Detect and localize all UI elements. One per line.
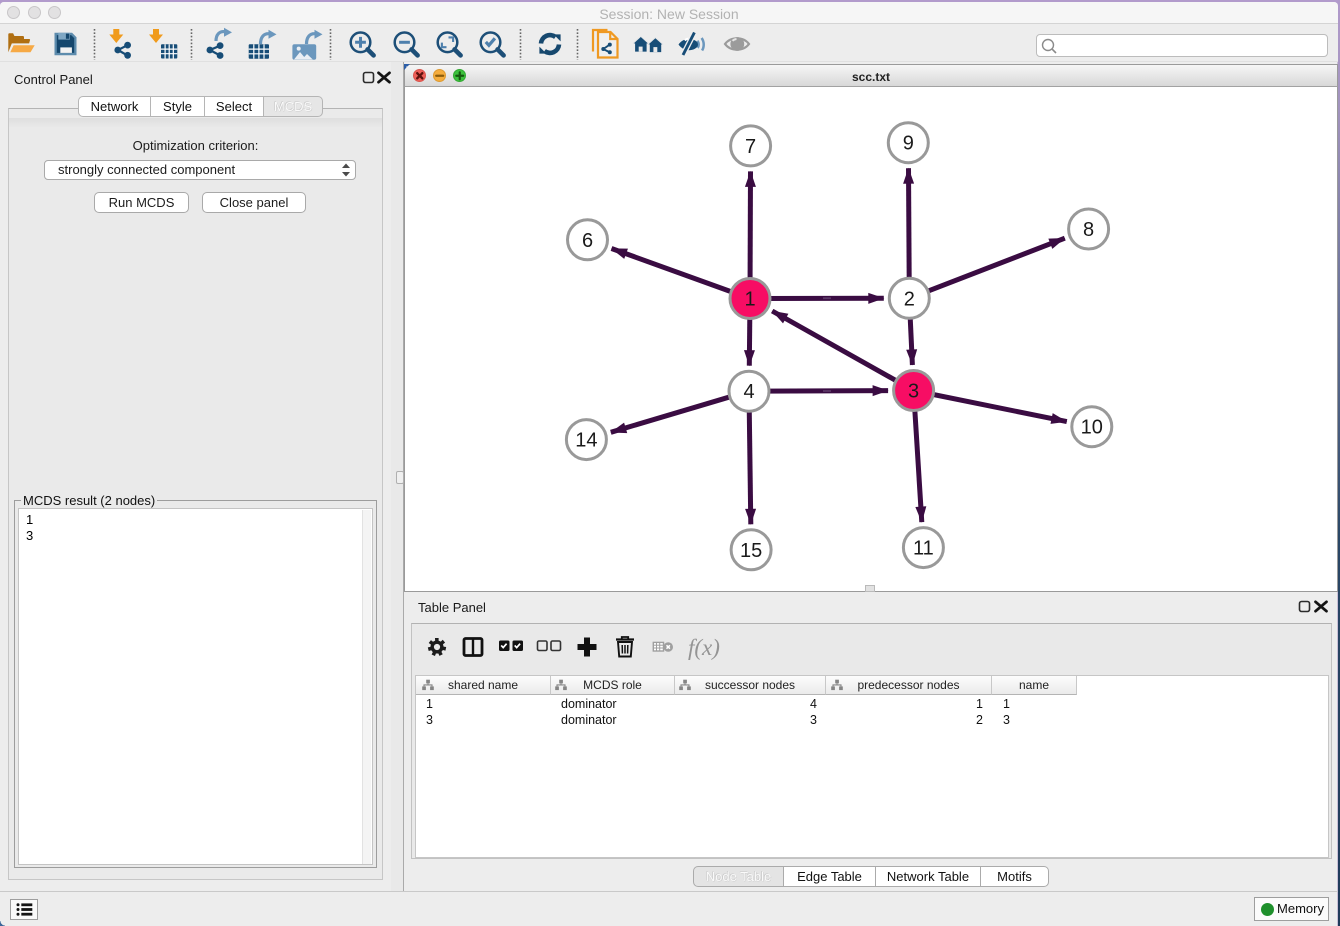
svg-text:4: 4 — [743, 381, 754, 403]
svg-text:7: 7 — [745, 136, 756, 158]
svg-text:11: 11 — [913, 538, 934, 560]
svg-text:2: 2 — [904, 288, 915, 310]
svg-text:f(x): f(x) — [688, 635, 720, 660]
svg-text:9: 9 — [903, 133, 914, 155]
svg-text:8: 8 — [1083, 219, 1094, 241]
svg-text:6: 6 — [582, 230, 593, 252]
svg-text:3: 3 — [908, 381, 919, 403]
svg-text:10: 10 — [1081, 417, 1103, 439]
svg-text:1: 1 — [744, 289, 755, 311]
svg-text:14: 14 — [575, 430, 597, 452]
svg-text:15: 15 — [740, 540, 762, 562]
